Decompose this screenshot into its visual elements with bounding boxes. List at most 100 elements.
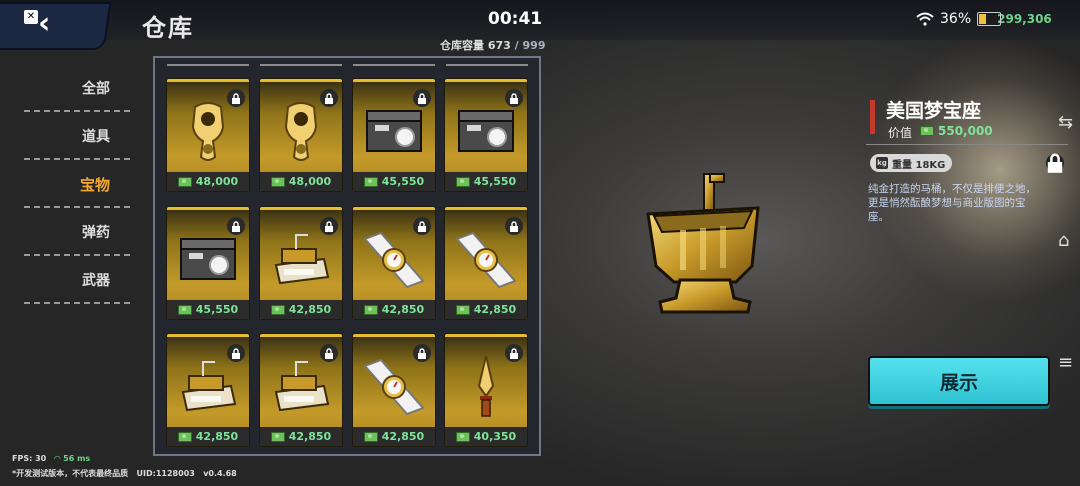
- nav-item-label: 武器: [82, 273, 110, 289]
- diamond-watch-icon: [451, 225, 521, 295]
- row-divider: [167, 64, 249, 66]
- nav-item-label: 道具: [82, 129, 110, 145]
- inventory-item[interactable]: 45,550: [352, 78, 436, 192]
- fps-text: FPS: 30: [12, 454, 47, 463]
- inventory-item[interactable]: 40,350: [444, 333, 528, 447]
- lock-icon[interactable]: [227, 217, 245, 235]
- gold-dagger-icon: [451, 352, 521, 422]
- nav-item-label: 弹药: [82, 225, 110, 241]
- lock-icon[interactable]: [505, 344, 523, 362]
- cash-icon: [177, 304, 192, 315]
- capacity-separator: /: [514, 39, 519, 52]
- wifi-icon: [916, 12, 934, 26]
- cash-icon: [270, 431, 285, 442]
- back-button[interactable]: [0, 2, 112, 50]
- inventory-item[interactable]: 45,550: [444, 78, 528, 192]
- divider: [24, 302, 130, 304]
- item-name: 美国梦宝座: [886, 100, 982, 122]
- cash-icon: [455, 304, 470, 315]
- arrows-icon[interactable]: ⇆: [1058, 112, 1073, 133]
- item-price-text: 42,850: [288, 430, 332, 443]
- close-icon[interactable]: ✕: [24, 10, 38, 24]
- top-money: 299,306: [997, 12, 1052, 26]
- item-price: 48,000: [260, 172, 342, 191]
- lock-icon[interactable]: [413, 89, 431, 107]
- ping-text: ◠ 56 ms: [54, 454, 91, 463]
- lock-icon[interactable]: [227, 344, 245, 362]
- lock-icon[interactable]: [413, 217, 431, 235]
- item-price-text: 42,850: [473, 303, 517, 316]
- weight-badge: kg 重量 18KG: [870, 154, 952, 172]
- inventory-item[interactable]: 42,850: [444, 206, 528, 320]
- detail-accent-bar: [870, 100, 875, 134]
- inventory-item[interactable]: 42,850: [352, 333, 436, 447]
- weight-icon: kg: [876, 157, 888, 169]
- nav-item-props[interactable]: 道具: [24, 118, 130, 166]
- nav-item-all[interactable]: 全部: [24, 70, 130, 118]
- capacity-label: 仓库容量: [440, 39, 484, 52]
- inventory-item[interactable]: 48,000: [259, 78, 343, 192]
- battery-percent: 36%: [940, 11, 972, 27]
- inventory-item[interactable]: 42,850: [259, 333, 343, 447]
- diamond-watch-icon: [359, 225, 429, 295]
- item-value: 550,000: [920, 124, 993, 138]
- lock-icon[interactable]: [227, 89, 245, 107]
- item-price: 42,850: [445, 300, 527, 319]
- warehouse-capacity: 仓库容量 673 / 999: [440, 37, 546, 53]
- cash-icon: [177, 431, 192, 442]
- nav-item-treasure[interactable]: 宝物: [24, 166, 130, 214]
- weight-text: 重量 18KG: [892, 159, 946, 171]
- lock-icon[interactable]: [1046, 153, 1064, 173]
- item-price: 42,850: [167, 427, 249, 446]
- chevron-left-icon[interactable]: ‹: [38, 6, 50, 41]
- item-price-text: 45,550: [195, 303, 239, 316]
- gold-ring-icon: [173, 97, 243, 167]
- cash-icon: [455, 176, 470, 187]
- nav-item-label: 全部: [82, 81, 110, 97]
- inventory-item[interactable]: 48,000: [166, 78, 250, 192]
- lock-icon[interactable]: [505, 217, 523, 235]
- item-price-text: 42,850: [381, 430, 425, 443]
- gold-typewriter-icon: [266, 352, 336, 422]
- show-button[interactable]: 展示: [868, 356, 1050, 406]
- status-bar: 36% 299,306: [916, 11, 1052, 27]
- inventory-item[interactable]: 42,850: [259, 206, 343, 320]
- divider: [24, 110, 130, 112]
- gold-typewriter-icon: [266, 225, 336, 295]
- item-price: 48,000: [167, 172, 249, 191]
- battery-icon: [977, 12, 1002, 26]
- nav-item-weapons[interactable]: 武器: [24, 262, 130, 310]
- menu-icon[interactable]: ≡: [1058, 352, 1073, 373]
- item-price: 42,850: [353, 300, 435, 319]
- item-price: 45,550: [445, 172, 527, 191]
- inventory-item[interactable]: 45,550: [166, 206, 250, 320]
- lock-icon[interactable]: [505, 89, 523, 107]
- gold-typewriter-icon: [173, 352, 243, 422]
- jewelry-box-icon: [359, 97, 429, 167]
- capacity-current: 673: [487, 39, 511, 52]
- version: v0.4.68: [203, 469, 237, 478]
- inventory-item[interactable]: 42,850: [352, 206, 436, 320]
- item-description: 纯金打造的马桶，不仅是排便之地，更是悄然酝酿梦想与商业版图的宝座。: [868, 183, 1036, 223]
- build-note: *开发测试版本，不代表最终品质 UID:1128003 v0.4.68: [12, 468, 237, 479]
- item-price-text: 48,000: [288, 175, 332, 188]
- item-price: 45,550: [353, 172, 435, 191]
- cash-icon: [177, 176, 192, 187]
- lock-icon[interactable]: [320, 89, 338, 107]
- item-price-text: 45,550: [473, 175, 517, 188]
- inventory-item[interactable]: 42,850: [166, 333, 250, 447]
- lock-icon[interactable]: [320, 217, 338, 235]
- item-price-text: 42,850: [195, 430, 239, 443]
- item-price-text: 42,850: [288, 303, 332, 316]
- divider: [866, 144, 1068, 145]
- lock-icon[interactable]: [320, 344, 338, 362]
- nav-item-ammo[interactable]: 弹药: [24, 214, 130, 262]
- lock-icon[interactable]: [413, 344, 431, 362]
- home-icon[interactable]: ⌂: [1058, 230, 1069, 251]
- cash-icon: [270, 176, 285, 187]
- item-value-amount: 550,000: [938, 124, 993, 138]
- item-price: 42,850: [260, 427, 342, 446]
- diamond-watch-icon: [359, 352, 429, 422]
- uid: UID:1128003: [136, 469, 195, 478]
- item-price-text: 42,850: [381, 303, 425, 316]
